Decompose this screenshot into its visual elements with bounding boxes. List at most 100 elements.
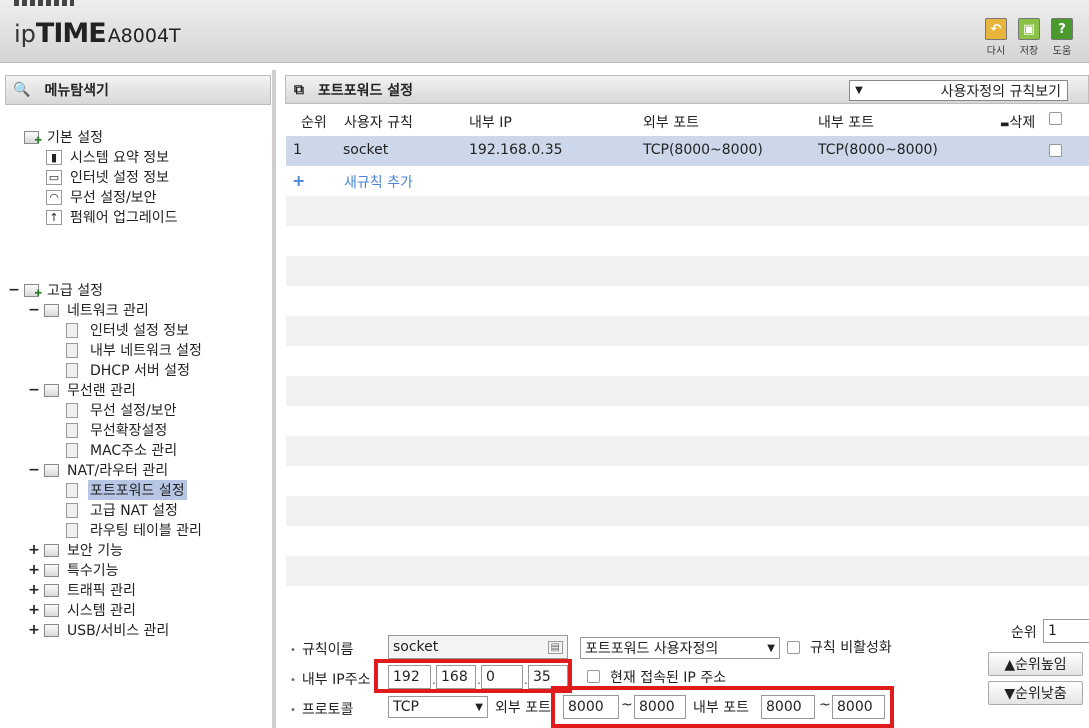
- table-row[interactable]: 1 socket 192.168.0.35 TCP(8000~8000) TCP…: [286, 136, 1089, 166]
- empty-row: [286, 316, 1089, 346]
- ip-octet-2-input[interactable]: 168: [436, 665, 476, 689]
- header-user-rule: 사용자 규칙: [344, 115, 413, 131]
- header-internal-ip: 내부 IP: [469, 115, 512, 131]
- select-all-checkbox[interactable]: [1049, 112, 1062, 125]
- tree-item-mac-management[interactable]: MAC주소 관리: [66, 440, 179, 460]
- tree-special-functions[interactable]: + 특수기능: [28, 560, 121, 580]
- tree-item-lan-settings[interactable]: 내부 네트워크 설정: [66, 340, 204, 360]
- page-icon: [66, 482, 78, 498]
- add-rule-plus-icon[interactable]: +: [292, 171, 305, 190]
- tree-item-internet-info[interactable]: ▭ 인터넷 설정 정보: [46, 167, 171, 187]
- header-internal-port: 내부 포트: [818, 115, 874, 131]
- tree-basic-settings[interactable]: ✚ 기본 설정: [24, 127, 105, 147]
- tree-item-port-forward[interactable]: 포트포워드 설정: [66, 480, 187, 500]
- external-port-from-input[interactable]: 8000: [563, 695, 619, 719]
- expand-icon[interactable]: +: [28, 602, 40, 618]
- tree-item-advanced-nat[interactable]: 고급 NAT 설정: [66, 500, 180, 520]
- disable-rule-label: 규칙 비활성화: [810, 640, 892, 656]
- bar-chart-icon: ▮: [46, 149, 62, 165]
- order-input[interactable]: 1: [1043, 619, 1089, 643]
- cell-external-port: TCP(8000~8000): [643, 142, 763, 158]
- tree-nat-router-management[interactable]: − NAT/라우터 관리: [28, 460, 170, 480]
- iptime-logo: ip TIME A8004T: [14, 18, 181, 50]
- expand-icon[interactable]: +: [28, 622, 40, 638]
- cell-rule-name: socket: [343, 142, 389, 158]
- protocol-label: • 프로토콜: [290, 702, 354, 718]
- model-name: A8004T: [107, 25, 181, 47]
- tree-item-system-summary[interactable]: ▮ 시스템 요약 정보: [46, 147, 171, 167]
- raise-order-button[interactable]: ▲순위높임: [988, 652, 1083, 676]
- panel-splitter[interactable]: [272, 70, 276, 728]
- collapse-icon[interactable]: −: [28, 462, 40, 478]
- header-delete: ▬삭제: [1000, 115, 1036, 131]
- bullet-icon: •: [290, 644, 296, 656]
- internal-port-from-input[interactable]: 8000: [761, 695, 815, 719]
- wifi-icon: ◠: [46, 189, 62, 205]
- tree-advanced-settings[interactable]: − ✚ 고급 설정: [8, 280, 105, 300]
- collapse-icon[interactable]: −: [28, 382, 40, 398]
- tree-item-internet-settings[interactable]: 인터넷 설정 정보: [66, 320, 191, 340]
- window-icon: ⧉: [294, 81, 304, 98]
- collapse-icon[interactable]: −: [28, 302, 40, 318]
- page-icon: [66, 322, 78, 338]
- tree-item-wireless-security-adv[interactable]: 무선 설정/보안: [66, 400, 178, 420]
- empty-row: [286, 376, 1089, 406]
- header-order: 순위: [301, 115, 327, 131]
- network-folder-icon: [44, 303, 59, 317]
- tree-network-management[interactable]: − 네트워크 관리: [28, 300, 151, 320]
- logo-dots: [14, 0, 74, 6]
- logo-ip: ip: [14, 20, 36, 48]
- tree-item-dhcp-server[interactable]: DHCP 서버 설정: [66, 360, 192, 380]
- page-icon: [66, 362, 78, 378]
- ip-octet-1-input[interactable]: 192: [388, 665, 431, 689]
- collapse-icon[interactable]: −: [8, 282, 20, 298]
- disable-rule-checkbox[interactable]: [787, 641, 800, 654]
- current-ip-checkbox[interactable]: [587, 670, 600, 683]
- row-delete-checkbox[interactable]: [1049, 144, 1062, 157]
- tree-usb-service-management[interactable]: + USB/서비스 관리: [28, 620, 171, 640]
- expand-icon[interactable]: +: [28, 582, 40, 598]
- save-button[interactable]: ▣ 저장: [1014, 18, 1044, 57]
- rule-name-input[interactable]: socket ▤: [388, 635, 568, 659]
- tree-security-functions[interactable]: + 보안 기능: [28, 540, 125, 560]
- tree-wireless-management[interactable]: − 무선랜 관리: [28, 380, 138, 400]
- logo-time: TIME: [35, 18, 107, 49]
- empty-row: [286, 556, 1089, 586]
- tree-system-management[interactable]: + 시스템 관리: [28, 600, 138, 620]
- undo-button[interactable]: ↶ 다시: [981, 18, 1011, 57]
- empty-row: [286, 496, 1089, 526]
- tree-item-wireless-security[interactable]: ◠ 무선 설정/보안: [46, 187, 158, 207]
- bullet-icon: •: [290, 674, 296, 686]
- internal-port-to-input[interactable]: 8000: [832, 695, 885, 719]
- menu-explorer-label: 메뉴탐색기: [44, 83, 109, 99]
- external-port-to-input[interactable]: 8000: [634, 695, 686, 719]
- rule-view-select[interactable]: ▼ 사용자정의 규칙보기: [849, 80, 1068, 101]
- tree-traffic-management[interactable]: + 트래픽 관리: [28, 580, 138, 600]
- cell-internal-port: TCP(8000~8000): [818, 142, 938, 158]
- internal-port-label: 내부 포트: [693, 700, 749, 716]
- router-folder-icon: [44, 463, 59, 477]
- wireless-folder-icon: [44, 383, 59, 397]
- rule-type-select[interactable]: 포트포워드 사용자정의 ▼: [580, 637, 780, 659]
- ip-octet-3-input[interactable]: 0: [481, 665, 523, 689]
- protocol-select[interactable]: TCP ▼: [388, 696, 488, 718]
- external-port-label: 외부 포트: [495, 700, 551, 716]
- header-external-port: 외부 포트: [643, 115, 699, 131]
- page-icon: [66, 402, 78, 418]
- ip-octet-4-input[interactable]: 35: [528, 665, 568, 689]
- tree-item-routing-table[interactable]: 라우팅 테이블 관리: [66, 520, 204, 540]
- expand-icon[interactable]: +: [28, 562, 40, 578]
- tree-item-firmware-upgrade[interactable]: ↑ 펌웨어 업그레이드: [46, 207, 180, 227]
- help-label: 도움: [1052, 46, 1072, 57]
- expand-icon[interactable]: +: [28, 542, 40, 558]
- undo-icon: ↶: [985, 18, 1007, 40]
- menu-explorer: 🔍 메뉴탐색기 ✚ 기본 설정 ▮ 시스템 요약 정보 ▭ 인터넷 설정 정보 …: [0, 63, 276, 728]
- add-rule-link[interactable]: 새규칙 추가: [344, 172, 413, 192]
- rule-table-body: 1 socket 192.168.0.35 TCP(8000~8000) TCP…: [286, 136, 1089, 616]
- help-button[interactable]: ? 도움: [1047, 18, 1077, 57]
- tree-item-wireless-extension[interactable]: 무선확장설정: [66, 420, 169, 440]
- internal-ip-label: • 내부 IP주소: [290, 672, 371, 688]
- lower-order-button[interactable]: ▼순위낮춤: [988, 681, 1083, 705]
- page-icon: [66, 522, 78, 538]
- page-icon: [66, 502, 78, 518]
